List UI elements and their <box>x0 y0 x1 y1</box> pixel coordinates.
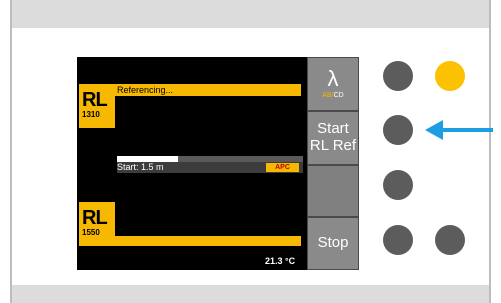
start-label: Start <box>317 120 349 137</box>
rl-ref-label: RL Ref <box>309 137 357 154</box>
stop-softkey[interactable]: Stop <box>308 218 358 269</box>
lambda-symbol: λ <box>327 66 339 91</box>
channel-top-wavelength: 1310 <box>82 110 100 119</box>
lambda-sub-cd: CD <box>333 92 344 99</box>
channel-bottom-name: RL <box>82 207 108 229</box>
footer-bar <box>115 236 301 246</box>
hardware-button-4[interactable] <box>383 225 413 255</box>
channel-bottom-label: RL 1550 <box>79 202 115 246</box>
hardware-button-1[interactable] <box>383 61 413 91</box>
header-label: Referencing... <box>117 85 174 95</box>
empty-softkey[interactable] <box>308 166 358 216</box>
stop-label: Stop <box>317 234 349 251</box>
status-led <box>435 61 465 91</box>
hardware-button-5[interactable] <box>435 225 465 255</box>
channel-top-label: RL 1310 <box>79 84 115 128</box>
pointer-arrow-shaft <box>440 128 493 132</box>
device-top-band <box>12 0 489 28</box>
lambda-sub-ab: AB/ <box>322 92 334 99</box>
start-rl-ref-softkey[interactable]: Start RL Ref <box>308 112 358 164</box>
pointer-arrow-icon <box>425 120 443 140</box>
lambda-softkey[interactable]: λ AB/CD <box>308 58 358 110</box>
status-text: Start: 1.5 m <box>117 162 164 172</box>
hardware-button-3[interactable] <box>383 170 413 200</box>
hardware-button-2[interactable] <box>383 115 413 145</box>
device-bottom-band <box>12 285 489 303</box>
apc-badge: APC <box>266 163 299 172</box>
channel-bottom-wavelength: 1550 <box>82 228 100 237</box>
lambda-subtitle: AB/CD <box>308 91 358 100</box>
channel-top-name: RL <box>82 89 108 111</box>
temperature-readout: 21.3 °C <box>265 256 296 266</box>
